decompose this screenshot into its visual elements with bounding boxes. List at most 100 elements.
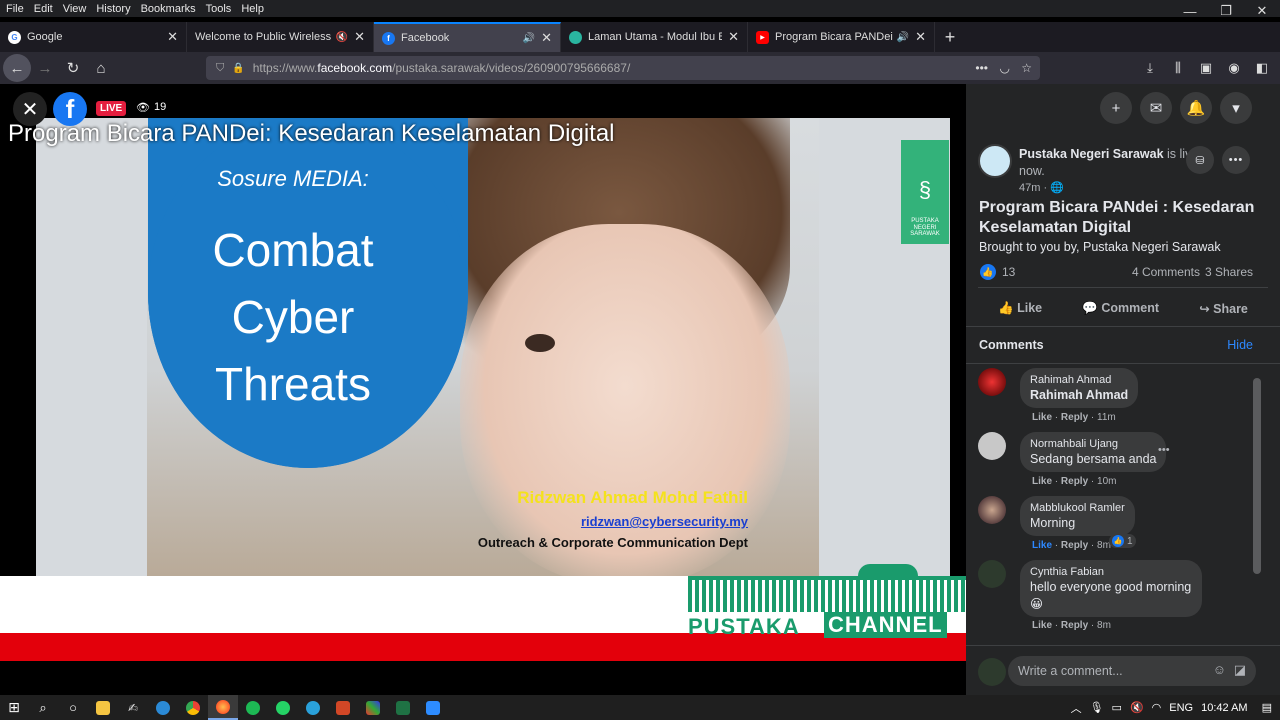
scrollbar-thumb[interactable] bbox=[1253, 378, 1261, 574]
comment-button[interactable]: 💬 Comment bbox=[1082, 301, 1159, 316]
sticker-icon[interactable]: ◪ bbox=[1234, 662, 1246, 678]
comments-scrollbar[interactable] bbox=[1252, 366, 1262, 642]
sidebar-icon[interactable]: ▣ bbox=[1196, 60, 1216, 76]
comment-like-link[interactable]: Like bbox=[1032, 412, 1052, 423]
task-view-button[interactable]: ○ bbox=[58, 695, 88, 720]
file-explorer-button[interactable] bbox=[88, 695, 118, 720]
comments-count[interactable]: 4 Comments bbox=[1132, 265, 1200, 279]
close-tab-icon[interactable]: ✕ bbox=[167, 29, 178, 45]
tray-chevron-icon[interactable]: ︿ bbox=[1071, 700, 1082, 716]
comment-reply-link[interactable]: Reply bbox=[1061, 540, 1088, 551]
comment-time[interactable]: 10m bbox=[1097, 476, 1116, 487]
close-video-button[interactable]: ✕ bbox=[13, 92, 47, 126]
post-time[interactable]: 47m · 🌐 bbox=[1019, 181, 1064, 194]
video-player[interactable]: Sosure MEDIA: Combat Cyber Threats Ridzw… bbox=[0, 84, 966, 661]
search-button[interactable]: ⌕ bbox=[28, 695, 58, 720]
minimize-button[interactable]: — bbox=[1172, 0, 1208, 22]
menu-file[interactable]: File bbox=[0, 3, 29, 15]
reload-button[interactable]: ↻ bbox=[59, 54, 87, 82]
avatar[interactable] bbox=[978, 432, 1006, 460]
comment-like-link[interactable]: Like bbox=[1032, 476, 1052, 487]
edge-button[interactable] bbox=[148, 695, 178, 720]
microphone-icon[interactable]: 🎙 bbox=[1090, 701, 1104, 714]
like-button[interactable]: 👍 Like bbox=[998, 301, 1042, 316]
shield-icon[interactable]: ⛉ bbox=[216, 62, 224, 75]
firefox-button[interactable] bbox=[208, 695, 238, 720]
comment-options-icon[interactable]: ••• bbox=[1158, 444, 1170, 456]
forward-button[interactable]: → bbox=[31, 54, 59, 82]
spotify-button[interactable] bbox=[238, 695, 268, 720]
comment-reactions[interactable]: 👍 1 bbox=[1109, 534, 1136, 548]
tab-youtube[interactable]: ▶ Program Bicara PANDei : Ke 🔊 ✕ bbox=[748, 22, 935, 52]
pocket-icon[interactable]: ◡ bbox=[1000, 61, 1010, 75]
whatsapp-button[interactable] bbox=[268, 695, 298, 720]
menu-help[interactable]: Help bbox=[236, 3, 269, 15]
commenter-name[interactable]: Rahimah Ahmad bbox=[1030, 374, 1128, 386]
language-indicator[interactable]: ENG bbox=[1169, 702, 1193, 714]
new-tab-button[interactable]: + bbox=[935, 22, 965, 52]
close-window-button[interactable]: ✕ bbox=[1244, 0, 1280, 22]
comment-input[interactable]: Write a comment... ☺ ◪ bbox=[1008, 656, 1256, 686]
clock[interactable]: 10:42 AM bbox=[1201, 702, 1247, 714]
save-post-button[interactable]: ⛁ bbox=[1186, 146, 1214, 174]
avatar[interactable] bbox=[978, 368, 1006, 396]
app-button-2[interactable] bbox=[358, 695, 388, 720]
battery-icon[interactable]: ▭ bbox=[1112, 701, 1122, 714]
start-button[interactable]: ⊞ bbox=[0, 695, 28, 720]
restore-button[interactable]: ❐ bbox=[1208, 0, 1244, 22]
url-bar[interactable]: ⛉ 🔒 https://www. facebook.com/pustaka.sar… bbox=[206, 56, 1040, 80]
page-avatar[interactable] bbox=[978, 144, 1012, 178]
avatar[interactable] bbox=[978, 496, 1006, 524]
speaker-icon[interactable]: 🔊 bbox=[897, 32, 909, 43]
chrome-button[interactable] bbox=[178, 695, 208, 720]
notifications-icon[interactable]: ▤ bbox=[1262, 701, 1272, 714]
avatar[interactable] bbox=[978, 560, 1006, 588]
tab-facebook[interactable]: f Facebook 🔊 ✕ bbox=[374, 22, 561, 52]
messenger-button[interactable]: ✉ bbox=[1140, 92, 1172, 124]
emoji-icon[interactable]: ☺ bbox=[1213, 662, 1226, 677]
zoom-button[interactable] bbox=[418, 695, 448, 720]
commenter-name[interactable]: Cynthia Fabian bbox=[1030, 566, 1192, 578]
comment-like-link[interactable]: Like bbox=[1032, 620, 1052, 631]
telegram-button[interactable] bbox=[298, 695, 328, 720]
close-tab-icon[interactable]: ✕ bbox=[728, 29, 739, 45]
menu-tools[interactable]: Tools bbox=[201, 3, 237, 15]
menu-bookmarks[interactable]: Bookmarks bbox=[136, 3, 201, 15]
facebook-logo-icon[interactable]: f bbox=[53, 92, 87, 126]
tab-laman-utama[interactable]: Laman Utama - Modul Ibu Bap ✕ bbox=[561, 22, 748, 52]
my-avatar[interactable] bbox=[978, 658, 1006, 686]
close-tab-icon[interactable]: ✕ bbox=[915, 29, 926, 45]
comment-reply-link[interactable]: Reply bbox=[1061, 620, 1088, 631]
back-button[interactable]: ← bbox=[3, 54, 31, 82]
speaker-icon[interactable]: 🔊 bbox=[523, 33, 535, 44]
tab-public-wireless[interactable]: Welcome to Public Wireless Net 🔇 ✕ bbox=[187, 22, 374, 52]
menu-edit[interactable]: Edit bbox=[29, 3, 58, 15]
lock-icon[interactable]: 🔒 bbox=[232, 63, 244, 74]
close-tab-icon[interactable]: ✕ bbox=[541, 30, 552, 46]
shares-count[interactable]: 3 Shares bbox=[1205, 265, 1253, 279]
comment-reply-link[interactable]: Reply bbox=[1061, 412, 1088, 423]
menu-history[interactable]: History bbox=[91, 3, 135, 15]
share-button[interactable]: ↪ Share bbox=[1199, 301, 1248, 316]
hide-comments-link[interactable]: Hide bbox=[1227, 338, 1253, 352]
create-button[interactable]: + bbox=[1100, 92, 1132, 124]
library-icon[interactable]: ⫼ bbox=[1168, 60, 1188, 76]
comment-like-link[interactable]: Like bbox=[1032, 540, 1052, 551]
downloads-icon[interactable]: ⤓ bbox=[1140, 60, 1160, 76]
account-menu-button[interactable]: ▾ bbox=[1220, 92, 1252, 124]
page-name-link[interactable]: Pustaka Negeri Sarawak bbox=[1019, 147, 1164, 161]
bookmark-star-icon[interactable]: ☆ bbox=[1021, 61, 1032, 75]
close-tab-icon[interactable]: ✕ bbox=[354, 29, 365, 45]
page-actions-icon[interactable]: ••• bbox=[975, 61, 988, 75]
powerpoint-button[interactable] bbox=[328, 695, 358, 720]
commenter-name[interactable]: Mabblukool Ramler bbox=[1030, 502, 1125, 514]
extensions-icon[interactable]: ◧ bbox=[1252, 60, 1272, 76]
comment-reply-link[interactable]: Reply bbox=[1061, 476, 1088, 487]
mute-icon[interactable]: 🔇 bbox=[336, 32, 348, 43]
notifications-button[interactable]: 🔔 bbox=[1180, 92, 1212, 124]
account-icon[interactable]: ◉ bbox=[1224, 60, 1244, 76]
tab-google[interactable]: G Google ✕ bbox=[0, 22, 187, 52]
menu-view[interactable]: View bbox=[58, 3, 92, 15]
reactions-summary[interactable]: 👍 13 bbox=[980, 264, 1015, 280]
post-options-button[interactable]: ••• bbox=[1222, 146, 1250, 174]
